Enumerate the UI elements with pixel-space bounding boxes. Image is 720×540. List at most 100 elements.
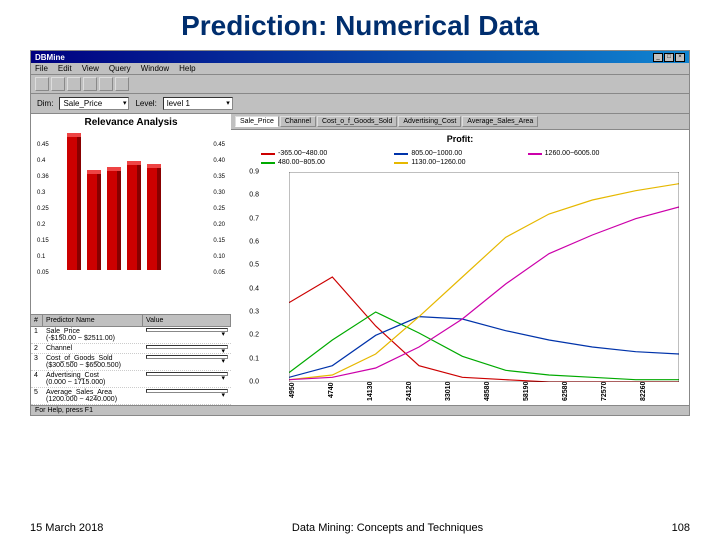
relevance-bar [67, 133, 81, 270]
tool-btn-6[interactable] [115, 77, 129, 91]
legend-item: 1260.00~6005.00 [528, 150, 659, 157]
profit-series-line [289, 312, 679, 380]
profit-xtick: 62580 [562, 382, 601, 402]
pred-name: Average_Sales_Area(1200.000 ~ 4240.000) [43, 388, 143, 404]
legend-label: 805.00~1000.00 [411, 150, 462, 157]
profit-ytick: 0.4 [249, 285, 259, 292]
rel-ytick-right: 0.45 [213, 142, 225, 148]
tool-btn-3[interactable] [67, 77, 81, 91]
rel-ytick-left: 0.36 [37, 174, 49, 180]
profit-ytick: 0.2 [249, 332, 259, 339]
profit-ytick: 0.6 [249, 238, 259, 245]
relevance-bar [127, 161, 141, 270]
slide-title: Prediction: Numerical Data [30, 10, 690, 42]
legend-swatch [528, 153, 542, 155]
app-window: DBMine _ □ × File Edit View Query Window… [30, 50, 690, 416]
rel-ytick-right: 0.05 [213, 270, 225, 276]
pred-name: Cost_of_Goods_Sold($300.500 ~ $6500.500) [43, 354, 143, 370]
tool-btn-1[interactable] [35, 77, 49, 91]
minimize-button[interactable]: _ [653, 53, 663, 62]
rel-ytick-right: 0.25 [213, 206, 225, 212]
app-title: DBMine [35, 53, 65, 62]
relevance-title: Relevance Analysis [34, 117, 228, 128]
pred-name: Channel [43, 344, 143, 353]
col-value: Value [143, 315, 231, 326]
predictor-row[interactable]: 5Average_Sales_Area(1200.000 ~ 4240.000) [31, 388, 231, 405]
predictor-pane: # Predictor Name Value 1Sale_Price(-$150… [31, 314, 231, 405]
tool-btn-4[interactable] [83, 77, 97, 91]
menu-view[interactable]: View [82, 64, 99, 73]
profit-ytick: 0.1 [249, 355, 259, 362]
rel-ytick-left: 0.15 [37, 238, 49, 244]
predictor-row[interactable]: 4Advertising_Cost(0.000 ~ 1715.000) [31, 371, 231, 388]
rel-ytick-left: 0.45 [37, 142, 49, 148]
maximize-button[interactable]: □ [664, 53, 674, 62]
rel-ytick-left: 0.3 [37, 190, 45, 196]
pred-num: 5 [31, 388, 43, 404]
predictor-header: # Predictor Name Value [31, 315, 231, 327]
tab-area[interactable]: Average_Sales_Area [462, 116, 538, 127]
tab-cogs[interactable]: Cost_o_f_Goods_Sold [317, 116, 397, 127]
tool-btn-2[interactable] [51, 77, 65, 91]
level-label: Level: [135, 99, 156, 108]
pred-value[interactable] [143, 371, 231, 387]
legend-item: -365.00~480.00 [261, 150, 392, 157]
pred-num: 4 [31, 371, 43, 387]
rel-ytick-right: 0.30 [213, 190, 225, 196]
profit-chart: 0.90.80.70.60.50.40.30.20.10.0 495047401… [261, 172, 679, 402]
rel-ytick-left: 0.2 [37, 222, 45, 228]
menu-query[interactable]: Query [109, 64, 131, 73]
level-dropdown[interactable]: level 1 [163, 97, 233, 110]
legend-item: 1130.00~1260.00 [394, 159, 525, 166]
pred-value[interactable] [143, 327, 231, 343]
legend-swatch [261, 162, 275, 164]
relevance-bar [87, 170, 101, 270]
profit-xtick: 33010 [445, 382, 484, 402]
legend-label: 1130.00~1260.00 [411, 159, 465, 166]
footer-course: Data Mining: Concepts and Techniques [292, 522, 483, 534]
rel-ytick-left: 0.1 [37, 254, 45, 260]
predictor-row[interactable]: 2Channel [31, 344, 231, 354]
titlebar: DBMine _ □ × [31, 51, 689, 63]
tab-sale-price[interactable]: Sale_Price [235, 116, 279, 127]
profit-xtick: 4950 [289, 382, 328, 402]
pred-value[interactable] [143, 354, 231, 370]
pred-name: Sale_Price(-$150.00 ~ $2511.00) [43, 327, 143, 343]
pred-num: 2 [31, 344, 43, 353]
relevance-panel: Relevance Analysis 0.450.40.360.30.250.2… [31, 114, 231, 314]
rel-ytick-right: 0.20 [213, 222, 225, 228]
legend: -365.00~480.00 805.00~1000.00 1260.00~6005… [231, 148, 689, 172]
menu-help[interactable]: Help [179, 64, 195, 73]
pred-name: Advertising_Cost(0.000 ~ 1715.000) [43, 371, 143, 387]
relevance-bar [147, 164, 161, 270]
pred-value[interactable] [143, 388, 231, 404]
tab-channel[interactable]: Channel [280, 116, 316, 127]
pred-value[interactable] [143, 344, 231, 353]
tool-btn-5[interactable] [99, 77, 113, 91]
rel-ytick-left: 0.05 [37, 270, 49, 276]
profit-ytick: 0.9 [249, 169, 259, 176]
menu-edit[interactable]: Edit [58, 64, 72, 73]
statusbar: For Help, press F1 [31, 405, 689, 415]
profit-xtick: 58190 [523, 382, 562, 402]
legend-label: 480.00~805.00 [278, 159, 325, 166]
rel-ytick-right: 0.40 [213, 158, 225, 164]
predictor-row[interactable]: 1Sale_Price(-$150.00 ~ $2511.00) [31, 327, 231, 344]
profit-xtick: 72570 [601, 382, 640, 402]
profit-xtick: 24120 [406, 382, 445, 402]
footer-page: 108 [672, 522, 690, 534]
profit-ytick: 0.3 [249, 308, 259, 315]
close-button[interactable]: × [675, 53, 685, 62]
tab-adv[interactable]: Advertising_Cost [398, 116, 461, 127]
legend-label: -365.00~480.00 [278, 150, 327, 157]
menu-file[interactable]: File [35, 64, 48, 73]
profit-xtick: 82260 [640, 382, 679, 402]
legend-swatch [261, 153, 275, 155]
predictor-row[interactable]: 3Cost_of_Goods_Sold($300.500 ~ $6500.500… [31, 354, 231, 371]
menu-window[interactable]: Window [141, 64, 169, 73]
profit-ytick: 0.8 [249, 192, 259, 199]
rel-ytick-right: 0.35 [213, 174, 225, 180]
dim-dropdown[interactable]: Sale_Price [59, 97, 129, 110]
profit-title: Profit: [231, 134, 689, 144]
relevance-chart: 0.450.40.360.30.250.20.150.10.05 0.450.4… [37, 130, 225, 308]
